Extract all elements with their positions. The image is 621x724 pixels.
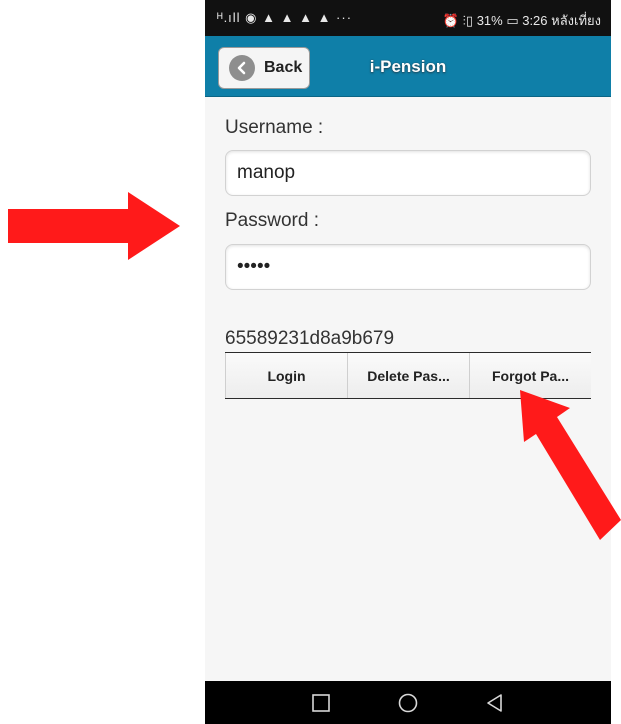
square-nav-icon[interactable] <box>309 691 333 715</box>
status-clock-battery: ⏰ ⫶▯ 31% ▭ 3:26 หลังเที่ยง <box>442 13 601 28</box>
page-title: i-Pension <box>369 57 447 76</box>
status-icons-left: ᴴ.ıll ◉ ▲ ▲ ▲ ▲ ··· <box>217 10 353 25</box>
status-bar: ᴴ.ıll ◉ ▲ ▲ ▲ ▲ ··· ⏰ ⫶▯ 31% ▭ 3:26 หลัง… <box>205 0 611 36</box>
password-label: Password : <box>225 210 319 231</box>
android-nav-bar <box>205 681 611 724</box>
delete-password-button[interactable]: Delete Pas... <box>348 353 470 398</box>
username-field[interactable]: manop <box>225 150 591 196</box>
password-field[interactable]: ••••• <box>225 244 591 290</box>
annotation-arrow-diagonal <box>520 390 621 540</box>
triangle-back-icon[interactable] <box>483 691 507 715</box>
annotation-arrow-right <box>8 192 180 260</box>
username-label: Username : <box>225 117 324 138</box>
device-token-text: 65589231d8a9b679 <box>225 328 395 349</box>
circle-home-icon[interactable] <box>396 691 420 715</box>
app-header: Back i-Pension <box>205 36 611 97</box>
login-button[interactable]: Login <box>225 353 348 398</box>
phone-screen: ᴴ.ıll ◉ ▲ ▲ ▲ ▲ ··· ⏰ ⫶▯ 31% ▭ 3:26 หลัง… <box>205 0 611 724</box>
